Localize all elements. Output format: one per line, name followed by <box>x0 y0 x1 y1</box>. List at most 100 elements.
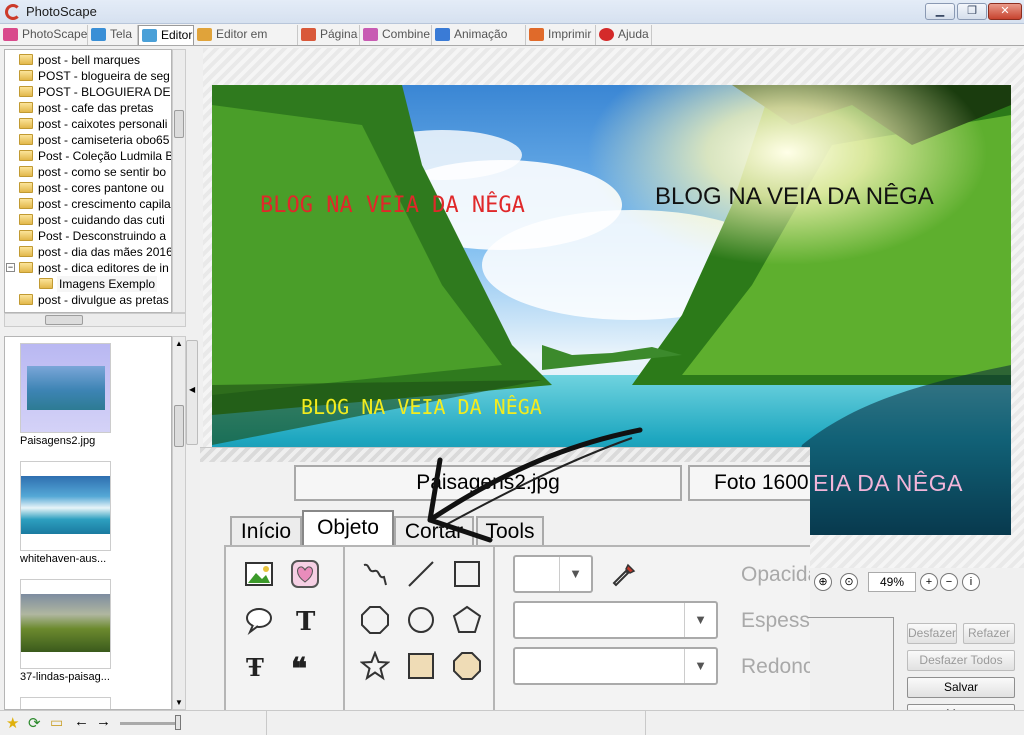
overlay-text-yellow[interactable]: BLOG NA VEIA DA NÊGA <box>301 395 542 419</box>
quote-icon[interactable]: ❝ <box>290 651 320 681</box>
rounding-combo[interactable]: ▼ <box>513 647 718 685</box>
folder-icon <box>19 102 33 113</box>
folder-icon <box>19 214 33 225</box>
thickness-combo[interactable]: ▼ <box>513 601 718 639</box>
thumbnail-whitehaven[interactable] <box>20 461 111 551</box>
thumbnail-scrollbar[interactable]: ▲ ▼ <box>172 336 186 710</box>
zoom-in-icon[interactable]: + <box>920 573 938 591</box>
thumbnail-size-slider[interactable] <box>120 722 180 725</box>
eyedropper-icon[interactable] <box>610 559 640 589</box>
tree-item-label: post - crescimento capila <box>38 197 171 211</box>
speech-bubble-icon[interactable] <box>244 605 274 635</box>
tree-item[interactable]: post - cuidando das cuti <box>5 212 171 228</box>
redo-button[interactable]: Refazer <box>963 623 1015 644</box>
tree-item[interactable]: post - cafe das pretas <box>5 100 171 116</box>
tab-imprimir[interactable]: Imprimir <box>526 25 596 45</box>
slider-handle[interactable] <box>175 715 181 730</box>
overlay-text-black[interactable]: BLOG NA VEIA DA NÊGA <box>655 183 934 211</box>
tree-item[interactable]: Post - Desconstruindo a <box>5 228 171 244</box>
undo-all-button[interactable]: Desfazer Todos <box>907 650 1015 671</box>
thumbnail-paisagens2[interactable] <box>20 343 111 433</box>
filled-square-icon[interactable] <box>406 651 436 681</box>
folder-tree[interactable]: post - bell marques POST - blogueira de … <box>4 49 172 313</box>
scroll-thumb[interactable] <box>174 110 184 138</box>
tab-label: Ajuda <box>618 27 649 41</box>
overlay-text-pink[interactable]: EIA DA NÊGA <box>813 470 963 497</box>
tab-editor-em-lotes[interactable]: Editor em lotes <box>194 25 298 60</box>
tree-item[interactable]: − post - dica editores de in <box>5 260 171 276</box>
tree-item[interactable]: post - caixotes personali <box>5 116 171 132</box>
folder-icon <box>19 86 33 97</box>
heart-frame-icon[interactable] <box>290 559 320 589</box>
maximize-button[interactable]: ❐ <box>957 3 987 20</box>
tab-ajuda[interactable]: Ajuda <box>596 25 652 45</box>
tab-animacao-gif[interactable]: Animação Gif <box>432 25 526 60</box>
tab-pagina[interactable]: Página <box>298 25 360 45</box>
zoomed-tab-objeto[interactable]: Objeto <box>302 510 394 546</box>
zoom-out-icon[interactable]: − <box>940 573 958 591</box>
tree-item[interactable]: post - como se sentir bo <box>5 164 171 180</box>
favorite-star-icon[interactable]: ★ <box>6 714 19 732</box>
photoscape-logo-icon <box>5 4 21 20</box>
pentagon-icon[interactable] <box>452 605 482 635</box>
minimize-button[interactable]: ▁ <box>925 3 955 20</box>
line-icon[interactable] <box>406 559 436 589</box>
zoom-value[interactable]: 49% <box>868 572 916 592</box>
thumbnail-next[interactable] <box>20 697 111 709</box>
tab-tela[interactable]: Tela <box>88 25 138 45</box>
zoomed-photo-info: Foto 1600 <box>688 465 810 501</box>
forward-arrow-icon[interactable]: → <box>96 713 111 730</box>
collapse-arrow-icon[interactable]: ◀ <box>189 385 195 394</box>
overlay-text-red[interactable]: BLOG NA VEIA DA NÊGA <box>260 193 525 218</box>
tree-item[interactable]: Post - Coleção Ludmila B <box>5 148 171 164</box>
collapse-icon[interactable]: − <box>6 263 15 272</box>
tab-editor[interactable]: Editor <box>138 25 194 45</box>
tree-item[interactable]: post - bell marques <box>5 52 171 68</box>
text-style-icon[interactable]: Ŧ <box>244 651 274 681</box>
freehand-icon[interactable] <box>360 559 390 589</box>
tab-combine[interactable]: Combine <box>360 25 432 45</box>
tree-item[interactable]: POST - BLOGUIERA DE S <box>5 84 171 100</box>
tree-item[interactable]: post - crescimento capila <box>5 196 171 212</box>
rectangle-icon[interactable] <box>452 559 482 589</box>
zoom-fit-icon[interactable]: ⊕ <box>814 573 832 591</box>
tree-item-selected[interactable]: Imagens Exemplo <box>5 276 171 292</box>
panel-splitter[interactable]: ◀ <box>186 340 198 445</box>
octagon-icon[interactable] <box>360 605 390 635</box>
tab-photoscape[interactable]: PhotoScape <box>0 25 88 45</box>
main-tab-bar: PhotoScape Tela Editor Editor em lotes P… <box>0 24 1024 60</box>
tree-vertical-scrollbar[interactable] <box>172 49 186 313</box>
zoom-actual-icon[interactable]: ⊙ <box>840 573 858 591</box>
scroll-thumb[interactable] <box>174 405 184 447</box>
color-combo[interactable]: ▼ <box>513 555 593 593</box>
save-button[interactable]: Salvar <box>907 677 1015 698</box>
undo-button[interactable]: Desfazer <box>907 623 957 644</box>
help-tab-icon <box>599 28 614 41</box>
tree-item[interactable]: post - divulgue as pretas <box>5 292 171 308</box>
back-arrow-icon[interactable]: ← <box>74 713 89 730</box>
thumbnail-list[interactable]: Paisagens2.jpg whitehaven-aus... 37-lind… <box>4 336 172 710</box>
image-icon[interactable] <box>244 559 274 589</box>
photoscape-tab-icon <box>3 28 18 41</box>
star-icon[interactable] <box>360 651 390 681</box>
tree-item-label: post - camiseteria obo65 <box>38 133 170 147</box>
filled-octagon-icon[interactable] <box>452 651 482 681</box>
thickness-label: Espessu <box>741 609 810 632</box>
tree-item[interactable]: post - dia das mães 2016 <box>5 244 171 260</box>
thumbnail-37-lindas[interactable] <box>20 579 111 669</box>
close-button[interactable]: ✕ <box>988 3 1022 20</box>
open-folder-icon[interactable]: ▭ <box>50 714 63 731</box>
info-icon[interactable]: i <box>962 573 980 591</box>
refresh-icon[interactable]: ⟳ <box>28 714 41 732</box>
scroll-thumb[interactable] <box>45 315 83 325</box>
tab-label: PhotoScape <box>22 27 88 41</box>
scroll-up-icon[interactable]: ▲ <box>175 339 183 348</box>
tree-horizontal-scrollbar[interactable] <box>4 313 186 327</box>
text-icon[interactable]: T <box>290 605 320 635</box>
scroll-down-icon[interactable]: ▼ <box>175 698 183 707</box>
zoomed-tab-inicio[interactable]: Início <box>230 516 302 546</box>
tree-item[interactable]: POST - blogueira de seg <box>5 68 171 84</box>
circle-icon[interactable] <box>406 605 436 635</box>
tree-item[interactable]: post - camiseteria obo65 <box>5 132 171 148</box>
tree-item[interactable]: post - cores pantone ou <box>5 180 171 196</box>
